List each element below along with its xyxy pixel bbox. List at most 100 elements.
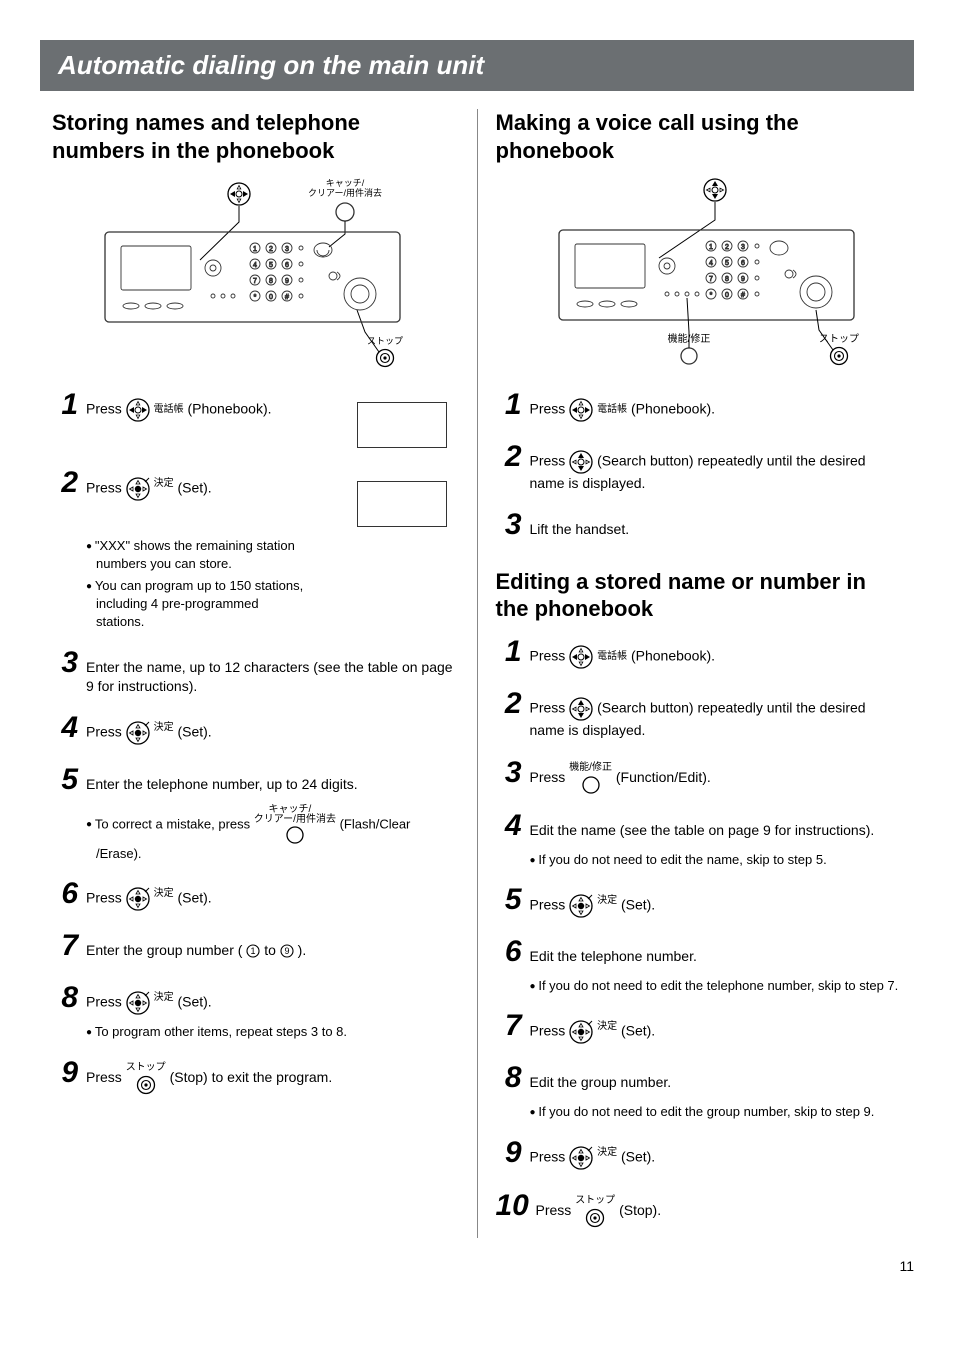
step-text: (Set). — [177, 724, 211, 740]
step-text: (Set). — [177, 890, 211, 906]
svg-text:8: 8 — [725, 276, 729, 283]
step-text: Press — [530, 896, 570, 912]
nav-set-icon — [126, 477, 150, 501]
device-diagram-right: 1 2 3 4 5 6 7 8 9 * 0 # — [519, 172, 879, 372]
round-button-icon — [581, 775, 601, 795]
bullet-text: If you do not need to edit the group num… — [530, 1103, 903, 1121]
step-number: 7 — [496, 1005, 522, 1047]
svg-text:5: 5 — [269, 262, 273, 269]
step-number: 2 — [496, 436, 522, 478]
step-text: Press — [530, 700, 570, 716]
right-column: Making a voice call using the phonebook … — [484, 109, 915, 1238]
stop-button-icon — [136, 1075, 156, 1095]
step-text: Press — [86, 994, 126, 1010]
step-text: Lift the handset. — [530, 521, 630, 537]
bullet-text: To correct a mistake, press — [95, 816, 254, 831]
step-number: 8 — [52, 977, 78, 1019]
svg-text:3: 3 — [285, 246, 289, 253]
step-text: Press — [86, 724, 126, 740]
step-text: Press — [530, 453, 570, 469]
nav-set-icon — [569, 1020, 593, 1044]
svg-text:1: 1 — [709, 244, 713, 251]
svg-text:7: 7 — [253, 278, 257, 285]
step-number: 6 — [496, 931, 522, 973]
step-text: Press — [530, 401, 570, 417]
nav-search-icon — [569, 697, 593, 721]
step-text: Press — [530, 648, 570, 664]
step-text: (Phonebook). — [187, 401, 271, 417]
left-heading: Storing names and telephone numbers in t… — [52, 109, 459, 164]
icon-label-jp: 決定 — [154, 721, 174, 735]
step-number: 1 — [496, 384, 522, 426]
nav-set-icon — [126, 991, 150, 1015]
svg-text:ストップ: ストップ — [367, 336, 403, 346]
step-text: Enter the name, up to 12 characters (see… — [86, 659, 453, 695]
step-text: Press — [530, 1022, 570, 1038]
icon-label-jp: 決定 — [597, 1020, 617, 1034]
step-text: Press — [530, 1149, 570, 1165]
round-button-icon — [285, 825, 305, 845]
svg-text:*: * — [254, 294, 257, 301]
nav-set-icon — [569, 894, 593, 918]
bullet-text: You can program up to 150 stations, incl… — [86, 577, 306, 632]
svg-text:4: 4 — [253, 262, 257, 269]
icon-label-jp: 電話帳 — [597, 650, 627, 664]
step-text: (Set). — [621, 896, 655, 912]
svg-text:7: 7 — [709, 276, 713, 283]
step-number: 9 — [52, 1052, 78, 1094]
step-text: Enter the telephone number, up to 24 dig… — [86, 776, 358, 792]
icon-label-jp: 決定 — [154, 477, 174, 491]
step-text: (Set). — [621, 1022, 655, 1038]
digit-1-icon: 1 — [246, 944, 260, 958]
bullet-text: "XXX" shows the remaining station number… — [86, 537, 306, 573]
step-text: Press — [536, 1202, 576, 1218]
svg-text:6: 6 — [741, 260, 745, 267]
step-number: 1 — [52, 384, 78, 426]
nav-set-icon — [126, 721, 150, 745]
nav-set-icon — [569, 1146, 593, 1170]
icon-label-jp: 電話帳 — [154, 403, 184, 417]
svg-text:#: # — [741, 292, 745, 299]
step-number: 2 — [52, 462, 78, 504]
step-text: Edit the name (see the table on page 9 f… — [530, 822, 875, 838]
svg-text:2: 2 — [725, 244, 729, 251]
page-number: 11 — [40, 1258, 914, 1274]
step-number: 4 — [496, 805, 522, 847]
step-text: Press — [86, 1069, 126, 1085]
bullet-text: If you do not need to edit the telephone… — [530, 977, 903, 995]
icon-label-jp: 決定 — [154, 991, 174, 1005]
svg-text:#: # — [285, 294, 289, 301]
icon-label-jp: ストップ — [126, 1061, 166, 1075]
svg-text:1: 1 — [251, 946, 256, 956]
nav-phonebook-icon — [126, 398, 150, 422]
icon-label-jp: 電話帳 — [597, 403, 627, 417]
step-number: 7 — [52, 925, 78, 967]
step-text: (Set). — [621, 1149, 655, 1165]
nav-search-icon — [569, 450, 593, 474]
nav-set-icon — [126, 887, 150, 911]
icon-label-jp: 決定 — [597, 894, 617, 908]
step-number: 8 — [496, 1057, 522, 1099]
svg-text:1: 1 — [253, 246, 257, 253]
svg-text:8: 8 — [269, 278, 273, 285]
nav-phonebook-icon — [569, 398, 593, 422]
step-text: Edit the group number. — [530, 1074, 672, 1090]
bullet-text: If you do not need to edit the name, ski… — [530, 851, 903, 869]
right-heading-b: Editing a stored name or number in the p… — [496, 568, 903, 623]
page-title: Automatic dialing on the main unit — [40, 40, 914, 91]
icon-label-jp: 決定 — [154, 887, 174, 901]
nav-phonebook-icon — [569, 645, 593, 669]
icon-label-jp: 決定 — [597, 1146, 617, 1160]
lcd-placeholder — [357, 402, 447, 448]
step-number: 3 — [496, 752, 522, 794]
svg-text:0: 0 — [269, 294, 273, 301]
step-text: Edit the telephone number. — [530, 948, 697, 964]
step-text: (Phonebook). — [631, 401, 715, 417]
step-text: Press — [86, 479, 126, 495]
step-text: (Set). — [177, 994, 211, 1010]
step-text: (Stop). — [619, 1202, 661, 1218]
step-text: (Set). — [177, 479, 211, 495]
step-number: 3 — [496, 504, 522, 546]
step-text: (Stop) to exit the program. — [170, 1069, 333, 1085]
svg-text:3: 3 — [741, 244, 745, 251]
